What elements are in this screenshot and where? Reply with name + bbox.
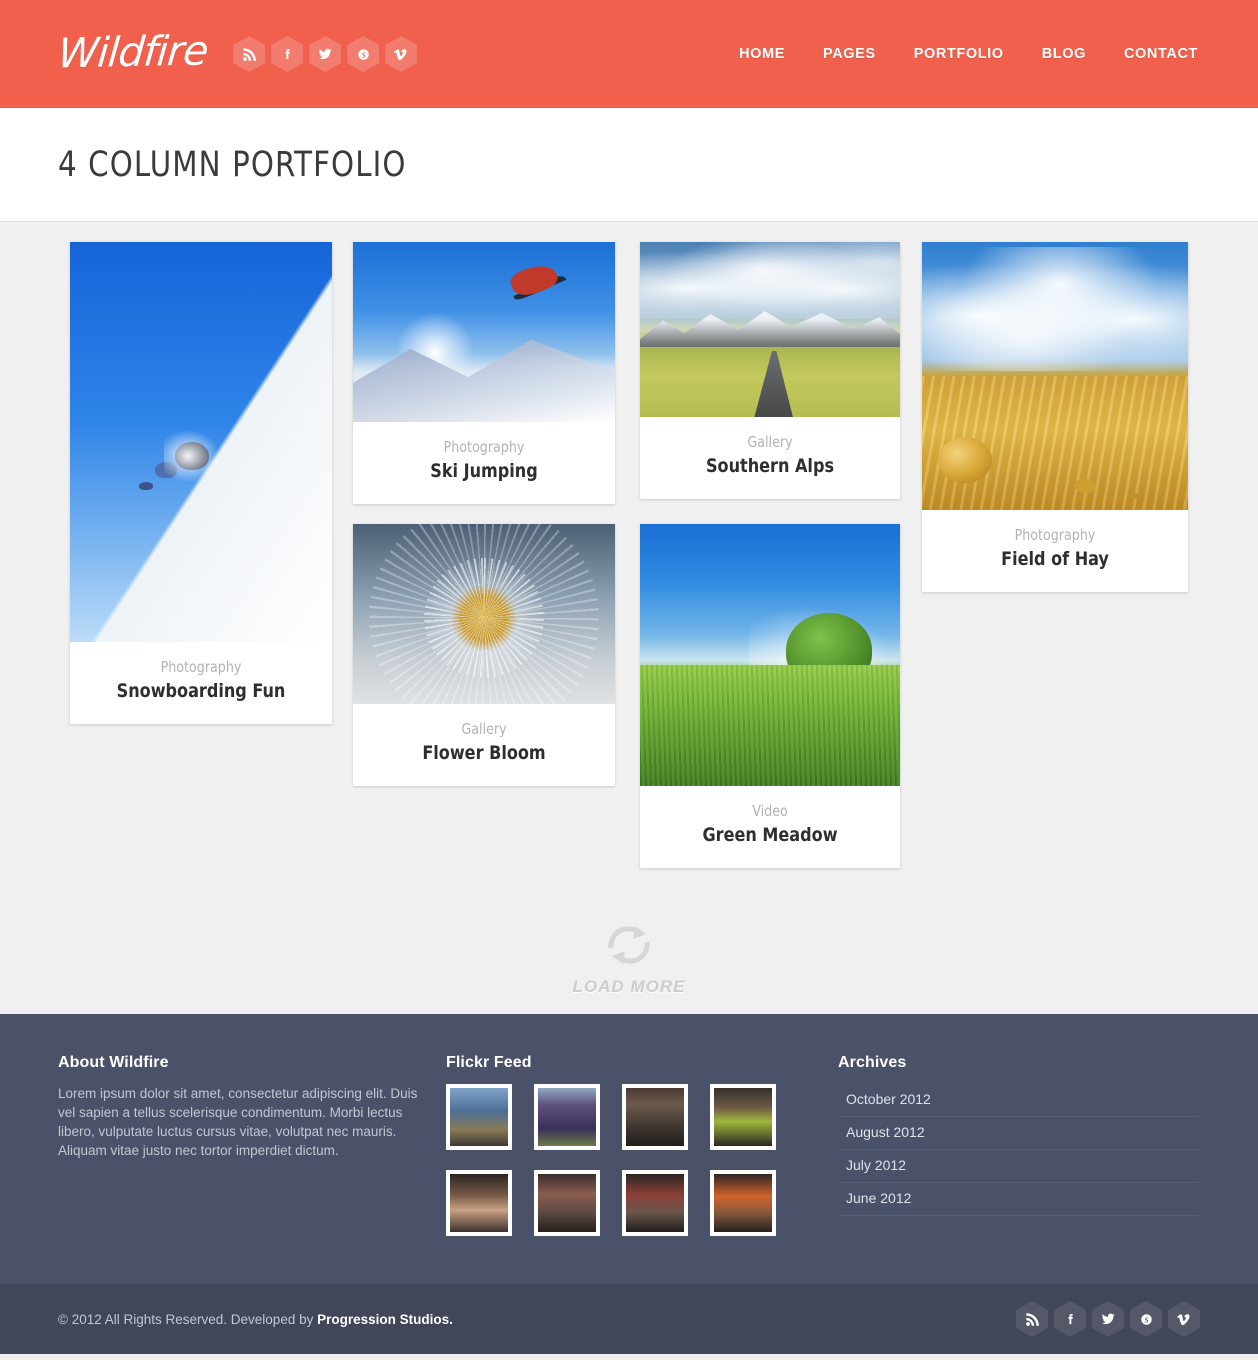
page-title: 4 COLUMN PORTFOLIO bbox=[58, 144, 407, 185]
archives-list: October 2012 August 2012 July 2012 June … bbox=[838, 1084, 1198, 1216]
page-title-bar: 4 COLUMN PORTFOLIO bbox=[0, 108, 1258, 222]
refresh-icon bbox=[0, 920, 1258, 975]
archive-link-july-2012[interactable]: July 2012 bbox=[846, 1157, 906, 1173]
portfolio-thumbnail[interactable] bbox=[922, 242, 1188, 510]
facebook-icon[interactable] bbox=[271, 36, 304, 72]
archive-link-october-2012[interactable]: October 2012 bbox=[846, 1091, 931, 1107]
list-item[interactable]: July 2012 bbox=[838, 1150, 1198, 1183]
flickr-thumbnail[interactable] bbox=[446, 1084, 512, 1150]
site-logo[interactable]: Wildfire bbox=[56, 26, 210, 78]
nav-item-pages[interactable]: PAGES bbox=[823, 46, 876, 62]
flickr-thumbnail-grid bbox=[446, 1084, 816, 1236]
rss-icon[interactable] bbox=[1016, 1301, 1048, 1337]
archive-link-august-2012[interactable]: August 2012 bbox=[846, 1124, 925, 1140]
copyright-text: © 2012 All Rights Reserved. Developed by… bbox=[58, 1312, 453, 1327]
portfolio-title: Flower Bloom bbox=[422, 742, 546, 764]
footer-social-links: S bbox=[1016, 1301, 1200, 1337]
nav-item-portfolio[interactable]: PORTFOLIO bbox=[914, 46, 1004, 62]
flickr-thumbnail[interactable] bbox=[446, 1170, 512, 1236]
vimeo-icon[interactable] bbox=[385, 36, 418, 72]
portfolio-category: Photography bbox=[160, 658, 242, 676]
portfolio-title: Field of Hay bbox=[1001, 548, 1109, 570]
portfolio-item-flower-bloom[interactable]: Gallery Flower Bloom bbox=[353, 524, 615, 786]
portfolio-thumbnail[interactable] bbox=[640, 242, 900, 417]
footer-flickr-column: Flickr Feed bbox=[446, 1054, 818, 1284]
about-text: Lorem ipsum dolor sit amet, consectetur … bbox=[58, 1086, 418, 1158]
svg-text:S: S bbox=[1144, 1316, 1148, 1324]
footer-archives-column: Archives October 2012 August 2012 July 2… bbox=[838, 1054, 1198, 1284]
portfolio-item-field-of-hay[interactable]: Photography Field of Hay bbox=[922, 242, 1188, 592]
flower-bloom-photo bbox=[353, 524, 615, 704]
skype-icon[interactable]: S bbox=[1130, 1301, 1162, 1337]
copyright-bar: © 2012 All Rights Reserved. Developed by… bbox=[0, 1284, 1258, 1354]
site-header: Wildfire S HOME PAGES PORTFOLIO BLOG CON… bbox=[0, 0, 1258, 108]
portfolio-category: Photography bbox=[1014, 526, 1096, 544]
flickr-thumbnail[interactable] bbox=[710, 1170, 776, 1236]
nav-item-contact[interactable]: CONTACT bbox=[1124, 46, 1198, 62]
skype-icon[interactable]: S bbox=[347, 36, 380, 72]
copyright-prefix: © 2012 All Rights Reserved. Developed by bbox=[58, 1311, 318, 1327]
copyright-brand: Progression Studios. bbox=[317, 1311, 453, 1327]
flickr-thumbnail[interactable] bbox=[622, 1084, 688, 1150]
portfolio-item-snowboarding-fun[interactable]: Photography Snowboarding Fun bbox=[70, 242, 332, 724]
footer-about-column: About Wildfire Lorem ipsum dolor sit ame… bbox=[58, 1054, 428, 1284]
load-more-label: LOAD MORE bbox=[572, 977, 686, 996]
about-heading: About Wildfire bbox=[58, 1054, 169, 1071]
archives-heading: Archives bbox=[838, 1054, 907, 1071]
main-navigation: HOME PAGES PORTFOLIO BLOG CONTACT bbox=[739, 0, 1198, 108]
header-social-links: S bbox=[233, 36, 418, 72]
twitter-icon[interactable] bbox=[1092, 1301, 1124, 1337]
rss-icon[interactable] bbox=[233, 36, 266, 72]
portfolio-category: Gallery bbox=[461, 720, 507, 738]
portfolio-thumbnail[interactable] bbox=[640, 524, 900, 786]
twitter-icon[interactable] bbox=[309, 36, 342, 72]
portfolio-item-southern-alps[interactable]: Gallery Southern Alps bbox=[640, 242, 900, 499]
portfolio-category: Photography bbox=[443, 438, 525, 456]
flickr-heading: Flickr Feed bbox=[446, 1054, 532, 1071]
portfolio-title: Southern Alps bbox=[705, 455, 835, 477]
svg-text:S: S bbox=[361, 51, 365, 59]
portfolio-item-ski-jumping[interactable]: Photography Ski Jumping bbox=[353, 242, 615, 504]
list-item[interactable]: August 2012 bbox=[838, 1117, 1198, 1150]
list-item[interactable]: October 2012 bbox=[838, 1084, 1198, 1117]
portfolio-title: Snowboarding Fun bbox=[116, 680, 286, 702]
portfolio-category: Gallery bbox=[747, 433, 793, 451]
portfolio-item-green-meadow[interactable]: Video Green Meadow bbox=[640, 524, 900, 868]
nav-item-blog[interactable]: BLOG bbox=[1042, 46, 1086, 62]
portfolio-thumbnail[interactable] bbox=[353, 242, 615, 422]
flickr-thumbnail[interactable] bbox=[710, 1084, 776, 1150]
snowboarding-photo bbox=[70, 242, 332, 642]
load-more-button[interactable]: LOAD MORE bbox=[0, 920, 1258, 997]
portfolio-title: Green Meadow bbox=[702, 824, 838, 846]
nav-item-home[interactable]: HOME bbox=[739, 46, 785, 62]
flickr-thumbnail[interactable] bbox=[534, 1084, 600, 1150]
flickr-thumbnail[interactable] bbox=[534, 1170, 600, 1236]
southern-alps-photo bbox=[640, 242, 900, 417]
green-meadow-photo bbox=[640, 524, 900, 786]
archive-link-june-2012[interactable]: June 2012 bbox=[846, 1190, 911, 1206]
portfolio-category: Video bbox=[752, 802, 788, 820]
vimeo-icon[interactable] bbox=[1168, 1301, 1200, 1337]
portfolio-thumbnail[interactable] bbox=[353, 524, 615, 704]
field-of-hay-photo bbox=[922, 242, 1188, 510]
portfolio-title: Ski Jumping bbox=[430, 460, 538, 482]
portfolio-thumbnail[interactable] bbox=[70, 242, 332, 642]
site-footer: About Wildfire Lorem ipsum dolor sit ame… bbox=[0, 1014, 1258, 1284]
portfolio-grid: Photography Snowboarding Fun Photography… bbox=[0, 242, 1258, 902]
portfolio-section: Photography Snowboarding Fun Photography… bbox=[0, 222, 1258, 1014]
flickr-thumbnail[interactable] bbox=[622, 1170, 688, 1236]
ski-jumping-photo bbox=[353, 242, 615, 422]
list-item[interactable]: June 2012 bbox=[838, 1183, 1198, 1216]
facebook-icon[interactable] bbox=[1054, 1301, 1086, 1337]
